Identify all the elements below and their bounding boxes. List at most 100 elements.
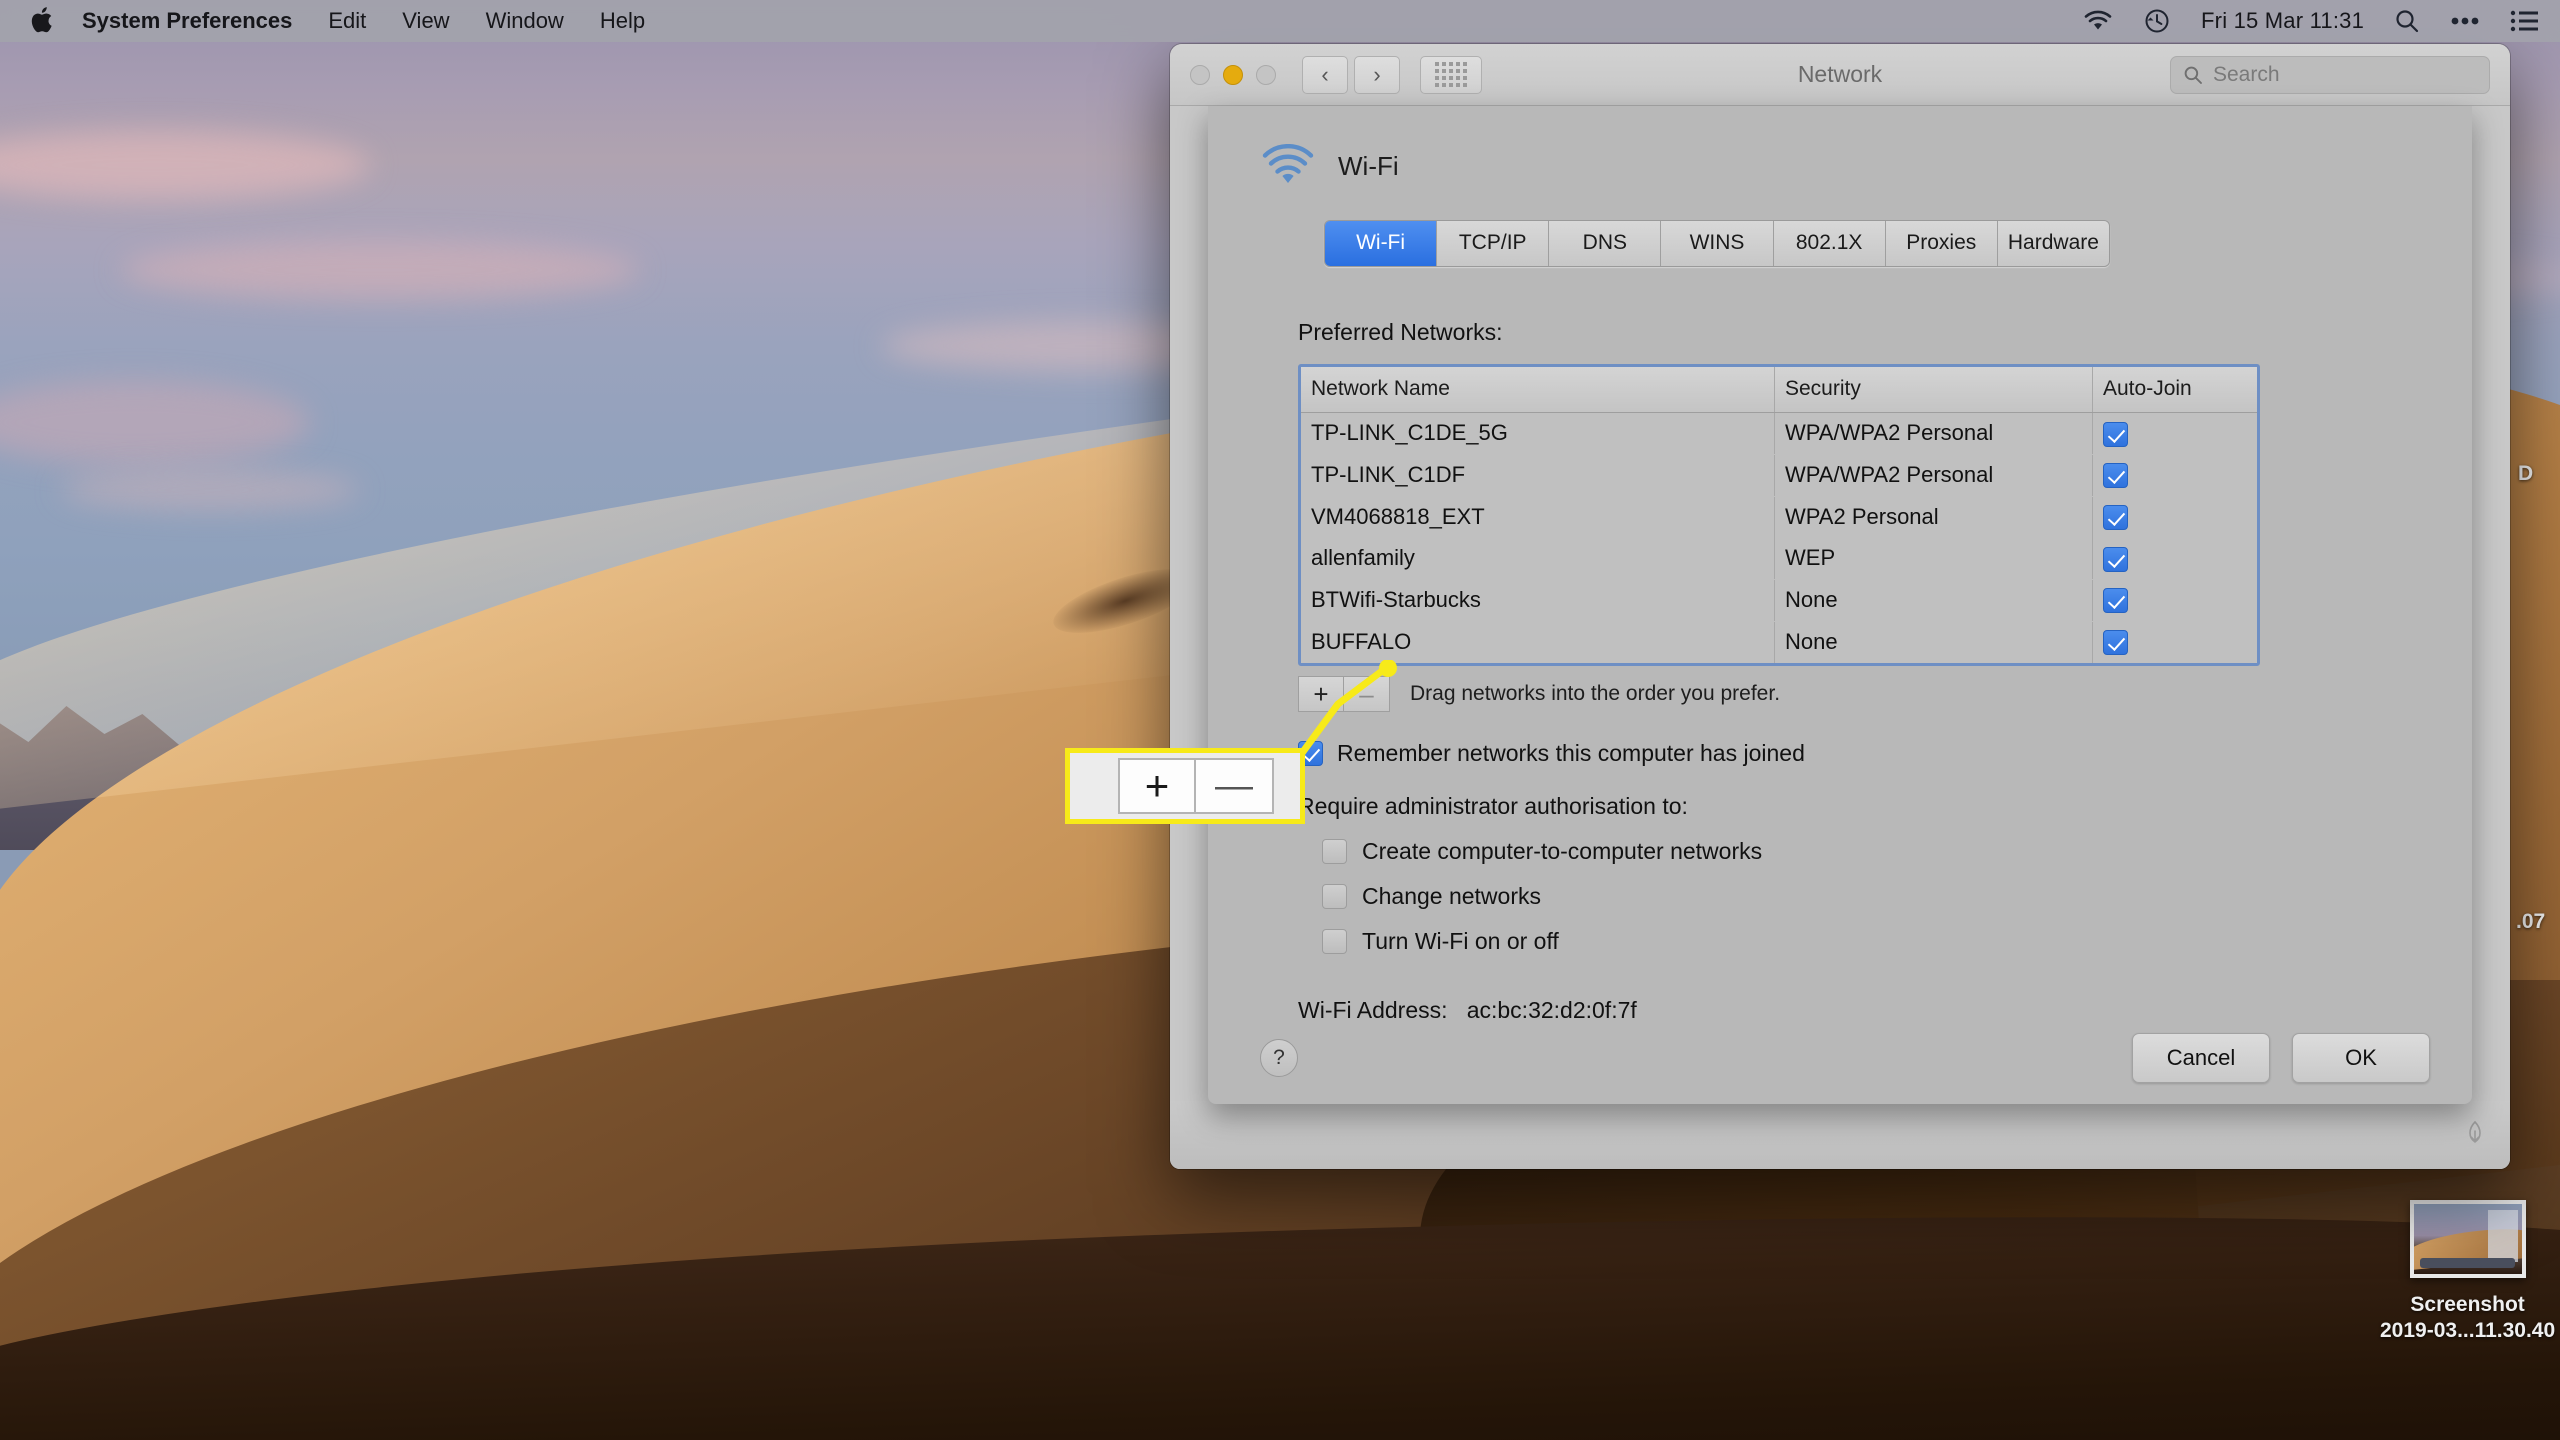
desktop-screen: D .07 System Preferences Edit View Windo… bbox=[0, 0, 2560, 1440]
cell-security: WPA2 Personal bbox=[1775, 496, 2093, 538]
back-button[interactable]: ‹ bbox=[1302, 55, 1348, 94]
sheet-footer: ? Cancel OK bbox=[1208, 1012, 2472, 1104]
column-header-auto-join[interactable]: Auto-Join bbox=[2093, 367, 2257, 412]
cell-security: None bbox=[1775, 621, 2093, 663]
cloud-shape bbox=[0, 380, 310, 465]
ok-button[interactable]: OK bbox=[2292, 1033, 2430, 1083]
callout-add-button[interactable]: + bbox=[1118, 758, 1196, 814]
grid-icon bbox=[1435, 62, 1467, 87]
table-header-row: Network Name Security Auto-Join bbox=[1301, 367, 2257, 413]
notification-center-icon[interactable] bbox=[2510, 10, 2538, 32]
close-button[interactable] bbox=[1190, 64, 1210, 85]
minimize-button[interactable] bbox=[1223, 64, 1243, 85]
preferred-networks-table[interactable]: Network Name Security Auto-Join TP-LINK_… bbox=[1298, 364, 2260, 667]
window-traffic-lights bbox=[1190, 64, 1276, 85]
help-button[interactable]: ? bbox=[1260, 1039, 1298, 1077]
tab-proxies[interactable]: Proxies bbox=[1885, 221, 1998, 266]
desktop-file-screenshot[interactable]: Screenshot 2019-03...11.30.40 bbox=[2380, 1200, 2555, 1345]
drag-order-hint: Drag networks into the order you prefer. bbox=[1410, 682, 1781, 706]
auto-join-checkbox[interactable] bbox=[2103, 630, 2128, 656]
desktop-icon-label-partial: D bbox=[2518, 462, 2534, 485]
menu-bar-clock[interactable]: Fri 15 Mar 11:31 bbox=[2201, 8, 2364, 34]
menu-item-window[interactable]: Window bbox=[486, 8, 564, 34]
zoom-button[interactable] bbox=[1256, 64, 1276, 85]
callout-remove-button[interactable]: — bbox=[1196, 758, 1274, 814]
search-placeholder: Search bbox=[2213, 62, 2280, 86]
screenshot-thumbnail[interactable] bbox=[2409, 1200, 2526, 1278]
column-header-network-name[interactable]: Network Name bbox=[1301, 367, 1775, 412]
cell-auto-join bbox=[2093, 580, 2257, 622]
table-row[interactable]: VM4068818_EXT WPA2 Personal bbox=[1301, 496, 2257, 538]
tab-dns[interactable]: DNS bbox=[1549, 221, 1662, 266]
toggle-wifi-checkbox[interactable] bbox=[1322, 929, 1347, 955]
toggle-wifi-label: Turn Wi-Fi on or off bbox=[1362, 928, 1559, 955]
tab-tcpip[interactable]: TCP/IP bbox=[1437, 221, 1550, 266]
control-center-icon[interactable] bbox=[2450, 16, 2480, 26]
table-row[interactable]: BUFFALO None bbox=[1301, 621, 2257, 663]
screenshot-name-line2: 2019-03...11.30.40 bbox=[2380, 1319, 2556, 1343]
create-networks-label: Create computer-to-computer networks bbox=[1362, 838, 1763, 865]
cloud-shape bbox=[60, 470, 360, 510]
navigation-buttons: ‹ › bbox=[1302, 55, 1400, 94]
forward-button[interactable]: › bbox=[1354, 55, 1400, 94]
require-admin-label: Require administrator authorisation to: bbox=[1298, 793, 1688, 820]
thumb-dock bbox=[2420, 1258, 2516, 1268]
create-networks-checkbox[interactable] bbox=[1322, 839, 1347, 865]
cell-network-name: BUFFALO bbox=[1301, 621, 1775, 663]
apple-logo-icon[interactable] bbox=[30, 5, 56, 35]
tab-wifi[interactable]: Wi-Fi bbox=[1325, 221, 1438, 266]
settings-tab-bar: Wi-Fi TCP/IP DNS WINS 802.1X Proxies Har… bbox=[1324, 220, 2110, 267]
table-row[interactable]: allenfamily WEP bbox=[1301, 538, 2257, 580]
table-row[interactable]: TP-LINK_C1DF WPA/WPA2 Personal bbox=[1301, 455, 2257, 497]
cell-network-name: VM4068818_EXT bbox=[1301, 496, 1775, 538]
table-row[interactable]: BTWifi-Starbucks None bbox=[1301, 580, 2257, 622]
change-networks-label: Change networks bbox=[1362, 883, 1541, 910]
desktop-icon-label-partial-2: .07 bbox=[2516, 910, 2546, 933]
wifi-settings-sheet: Wi-Fi Wi-Fi TCP/IP DNS WINS 802.1X Proxi… bbox=[1208, 106, 2472, 1104]
menu-item-edit[interactable]: Edit bbox=[328, 8, 366, 34]
screenshot-file-label: Screenshot 2019-03...11.30.40 bbox=[2380, 1292, 2555, 1345]
search-icon bbox=[2184, 66, 2202, 84]
window-bottom-bar bbox=[1170, 1101, 2510, 1169]
tab-hardware[interactable]: Hardware bbox=[1997, 221, 2109, 266]
column-header-security[interactable]: Security bbox=[1775, 367, 2093, 412]
auto-join-checkbox[interactable] bbox=[2103, 505, 2128, 531]
window-title-bar: ‹ › Network Search bbox=[1170, 44, 2510, 106]
auto-join-checkbox[interactable] bbox=[2103, 463, 2128, 489]
callout-connector-line bbox=[1291, 660, 1397, 767]
admin-option-toggle-wifi[interactable]: Turn Wi-Fi on or off bbox=[1322, 928, 2402, 955]
admin-option-change-networks[interactable]: Change networks bbox=[1322, 883, 2402, 910]
cell-network-name: BTWifi-Starbucks bbox=[1301, 580, 1775, 622]
time-machine-icon[interactable] bbox=[2143, 7, 2171, 35]
cell-security: WPA/WPA2 Personal bbox=[1775, 413, 2093, 455]
menu-item-view[interactable]: View bbox=[402, 8, 449, 34]
show-all-preferences-button[interactable] bbox=[1420, 55, 1482, 94]
wifi-service-title: Wi-Fi bbox=[1338, 150, 1399, 181]
menu-item-system-preferences[interactable]: System Preferences bbox=[82, 8, 292, 34]
search-input[interactable]: Search bbox=[2170, 55, 2490, 94]
remember-networks-row[interactable]: Remember networks this computer has join… bbox=[1298, 740, 2402, 767]
cell-auto-join bbox=[2093, 455, 2257, 497]
cell-network-name: TP-LINK_C1DE_5G bbox=[1301, 413, 1775, 455]
admin-option-create-networks[interactable]: Create computer-to-computer networks bbox=[1322, 838, 2402, 865]
download-icon[interactable] bbox=[2462, 1119, 2488, 1151]
wifi-service-header: Wi-Fi bbox=[1208, 106, 2472, 188]
menu-item-help[interactable]: Help bbox=[600, 8, 645, 34]
callout-add-remove-group: + — bbox=[1118, 758, 1274, 814]
preferred-networks-label: Preferred Networks: bbox=[1298, 319, 1503, 345]
cell-auto-join bbox=[2093, 621, 2257, 663]
thumb-window bbox=[2487, 1210, 2518, 1262]
auto-join-checkbox[interactable] bbox=[2103, 588, 2128, 614]
menu-bar: System Preferences Edit View Window Help… bbox=[0, 0, 2560, 42]
table-row[interactable]: TP-LINK_C1DE_5G WPA/WPA2 Personal bbox=[1301, 413, 2257, 455]
cloud-shape bbox=[0, 130, 370, 200]
tab-8021x[interactable]: 802.1X bbox=[1773, 221, 1886, 266]
tab-wins[interactable]: WINS bbox=[1661, 221, 1774, 266]
change-networks-checkbox[interactable] bbox=[1322, 884, 1347, 910]
search-icon[interactable] bbox=[2394, 8, 2420, 34]
wifi-icon bbox=[1262, 144, 1314, 183]
auto-join-checkbox[interactable] bbox=[2103, 546, 2128, 572]
auto-join-checkbox[interactable] bbox=[2103, 421, 2128, 447]
wifi-status-icon[interactable] bbox=[2083, 10, 2113, 32]
cancel-button[interactable]: Cancel bbox=[2132, 1033, 2270, 1083]
